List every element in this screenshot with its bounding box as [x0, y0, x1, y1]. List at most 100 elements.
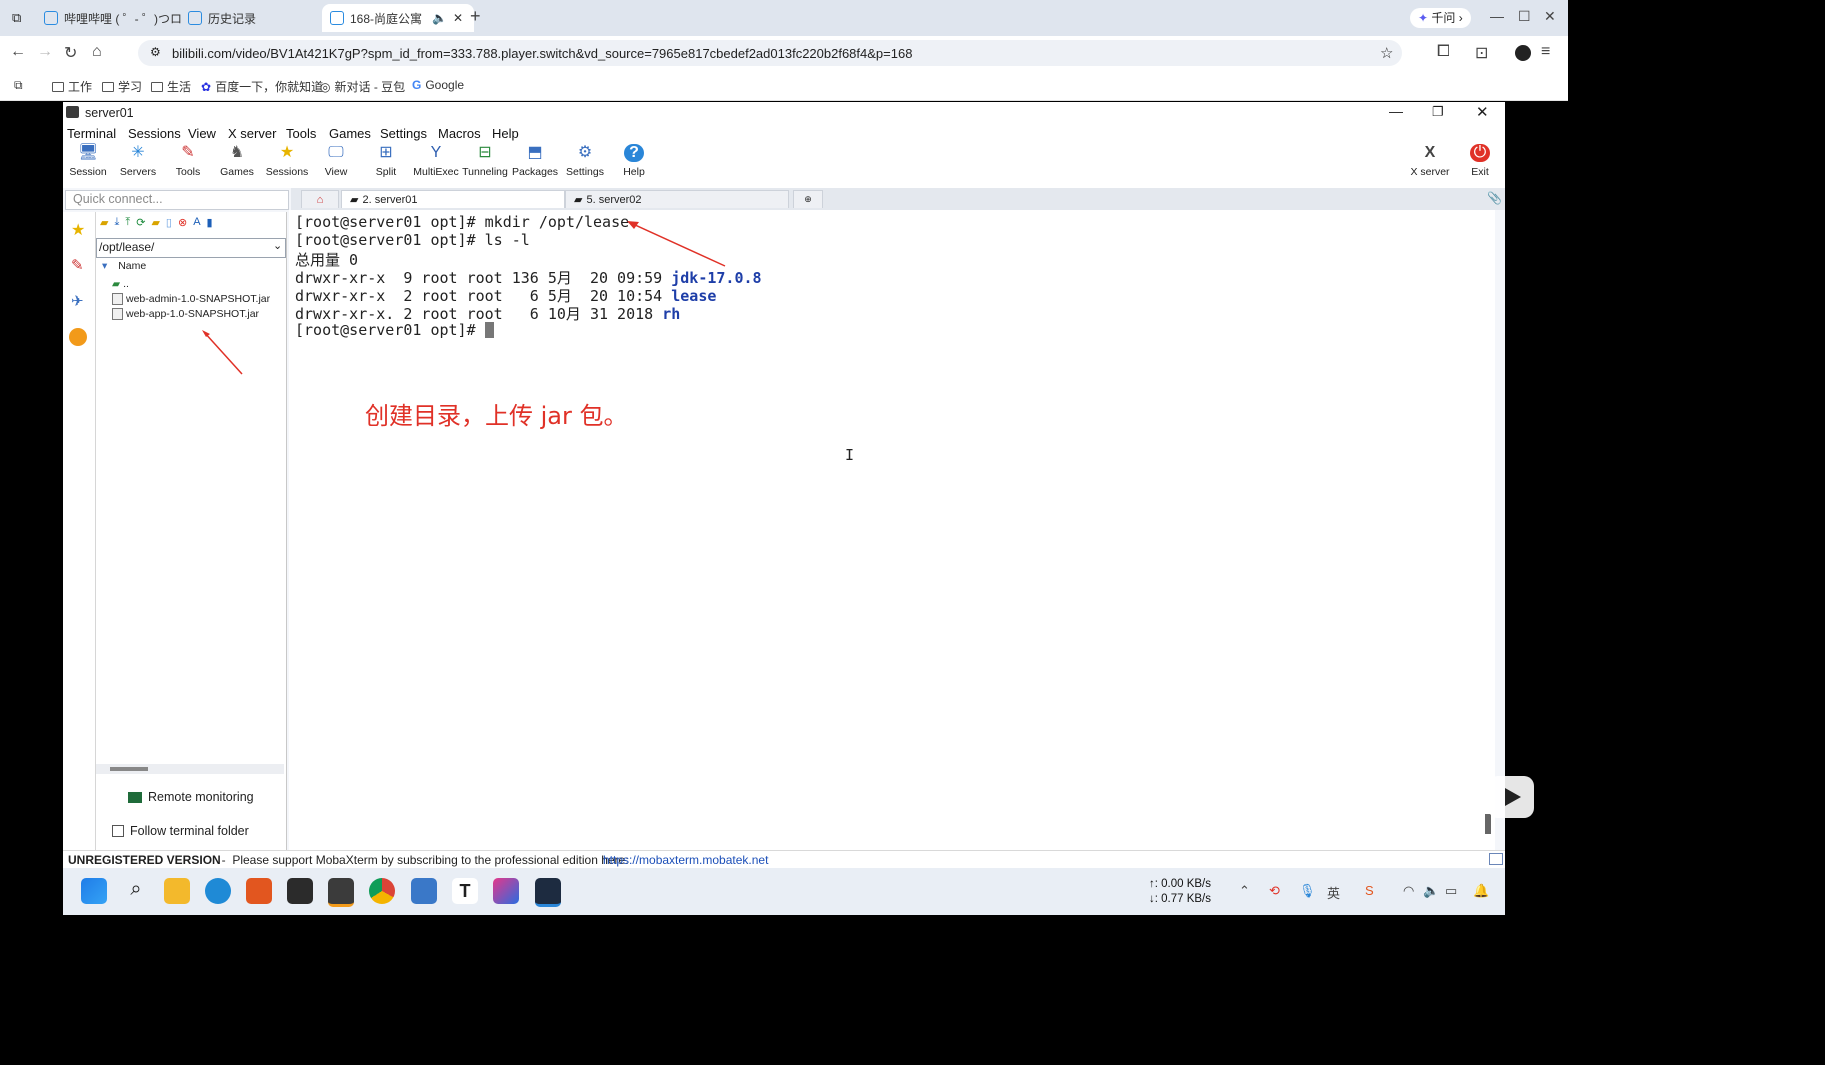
bookmarks-manager-icon[interactable]: ⧉: [14, 78, 23, 93]
menu-macros[interactable]: Macros: [438, 126, 481, 141]
tab-server02[interactable]: ▰ 5. server02: [565, 190, 789, 208]
remote-monitoring-button[interactable]: Remote monitoring: [128, 790, 254, 804]
extensions-icon[interactable]: ⧠: [1437, 43, 1450, 61]
back-icon[interactable]: ←: [10, 43, 26, 61]
menu-icon[interactable]: ≡: [1541, 43, 1550, 61]
scrollbar[interactable]: [96, 764, 284, 774]
bookmark-google[interactable]: G Google: [412, 78, 464, 92]
site-info-icon[interactable]: ⚙: [150, 45, 161, 59]
chevron-up-icon[interactable]: ⌃: [1239, 883, 1250, 899]
tools-button[interactable]: ✎ Tools: [163, 144, 213, 178]
sftp-icon[interactable]: [69, 328, 87, 346]
menu-view[interactable]: View: [188, 126, 216, 141]
list-item-file[interactable]: web-app-1.0-SNAPSHOT.jar: [112, 308, 259, 320]
tab-search-icon[interactable]: ⧉: [12, 10, 21, 26]
new-tab-button[interactable]: +: [470, 6, 481, 27]
tray-app-icon[interactable]: ⟲: [1269, 883, 1280, 899]
refresh-icon[interactable]: ⟳: [136, 216, 145, 232]
list-item-parent[interactable]: ▰..: [112, 278, 129, 290]
intellij-icon[interactable]: [493, 878, 519, 904]
speaker-icon[interactable]: 🔈: [432, 11, 447, 25]
multiexec-button[interactable]: Y MultiExec: [411, 144, 461, 178]
close-icon[interactable]: ✕: [453, 11, 463, 25]
exit-button[interactable]: ⏻ Exit: [1455, 144, 1505, 178]
close-window-icon[interactable]: ✕: [1544, 8, 1556, 25]
menu-games[interactable]: Games: [329, 126, 371, 141]
session-button[interactable]: 🖥 Session: [63, 144, 113, 178]
menu-tools[interactable]: Tools: [286, 126, 316, 141]
upload-icon[interactable]: ⤒: [125, 216, 130, 232]
play-button[interactable]: [1488, 776, 1534, 818]
windows-start-icon[interactable]: [81, 878, 107, 904]
sessions-button[interactable]: ★ Sessions: [262, 144, 312, 178]
chrome-icon[interactable]: [369, 878, 395, 904]
tools-icon[interactable]: ✎: [71, 256, 84, 274]
minimize-icon[interactable]: —: [1490, 8, 1504, 24]
attach-icon[interactable]: 📎: [1487, 191, 1502, 205]
download-icon[interactable]: ⤓: [114, 216, 119, 232]
menu-help[interactable]: Help: [492, 126, 519, 141]
mobaxterm-taskbar-icon[interactable]: [535, 878, 561, 907]
name-column-header[interactable]: ▾ Name: [102, 260, 146, 272]
delete-icon[interactable]: ⊗: [178, 216, 187, 232]
terminal-icon[interactable]: [287, 878, 313, 904]
tab-server01[interactable]: ▰ 2. server01: [341, 190, 565, 208]
servers-button[interactable]: ✳ Servers: [113, 144, 163, 178]
maximize-icon[interactable]: ☐: [1518, 8, 1531, 25]
ime-icon[interactable]: 英: [1327, 883, 1340, 902]
sublime-icon[interactable]: [328, 878, 354, 907]
quick-connect-input[interactable]: Quick connect...: [65, 190, 289, 210]
minimize-icon[interactable]: —: [1389, 103, 1403, 119]
folder-up-icon[interactable]: ▰: [100, 216, 108, 232]
follow-terminal-checkbox[interactable]: [112, 825, 124, 837]
chevron-down-icon[interactable]: ⌄: [273, 239, 282, 252]
terminal-pane[interactable]: [root@server01 opt]# mkdir /opt/lease [r…: [289, 210, 1495, 850]
tab-history[interactable]: 历史记录: [188, 4, 256, 32]
scrollbar-thumb[interactable]: [110, 767, 148, 771]
sftp-path-input[interactable]: /opt/lease/ ⌄: [96, 238, 286, 258]
games-button[interactable]: ♞ Games: [212, 144, 262, 178]
home-icon[interactable]: ⌂: [92, 43, 102, 61]
bookmark-folder-life[interactable]: 生活: [151, 78, 191, 95]
qianwen-button[interactable]: ✦ 千问 ›: [1410, 8, 1471, 28]
macros-icon[interactable]: ✈: [71, 292, 84, 310]
remote-desktop-icon[interactable]: [411, 878, 437, 904]
split-button[interactable]: ⊞ Split: [361, 144, 411, 178]
xserver-button[interactable]: X X server: [1405, 144, 1455, 178]
reload-icon[interactable]: ↻: [64, 43, 77, 63]
packages-button[interactable]: ⬒ Packages: [510, 144, 560, 178]
properties-icon[interactable]: ▮: [207, 216, 213, 232]
bookmark-folder-work[interactable]: 工作: [52, 78, 92, 95]
tunneling-button[interactable]: ⊟ Tunneling: [460, 144, 510, 178]
menu-sessions[interactable]: Sessions: [128, 126, 181, 141]
bookmark-baidu[interactable]: ✿ 百度一下，你就知道: [201, 78, 323, 95]
microphone-icon[interactable]: 🎙: [1299, 883, 1316, 899]
new-folder-icon[interactable]: ▰: [151, 216, 159, 232]
menu-settings[interactable]: Settings: [380, 126, 427, 141]
forward-icon[interactable]: →: [37, 43, 53, 61]
wifi-icon[interactable]: ◠: [1403, 883, 1414, 899]
volume-icon[interactable]: 🔈: [1423, 883, 1439, 899]
tab-video-active[interactable]: 168-尚庭公寓 🔈 ✕: [322, 4, 474, 32]
search-icon[interactable]: ⌕: [123, 878, 149, 904]
new-file-icon[interactable]: ▯: [166, 216, 172, 232]
tab-bilibili-home[interactable]: 哔哩哔哩 ( ゜- ゜)つロ: [44, 4, 182, 32]
close-icon[interactable]: ✕: [1476, 103, 1489, 121]
menu-xserver[interactable]: X server: [228, 126, 276, 141]
avatar[interactable]: [1515, 45, 1531, 61]
rename-icon[interactable]: A: [193, 216, 200, 232]
restore-icon[interactable]: ❐: [1432, 104, 1444, 120]
notification-bell-icon[interactable]: 🔔: [1473, 883, 1489, 899]
sessions-star-icon[interactable]: ★: [71, 220, 85, 240]
home-tab[interactable]: ⌂: [301, 190, 339, 208]
bookmark-star-icon[interactable]: ☆: [1380, 44, 1393, 62]
mobatek-link[interactable]: https://mobaxterm.mobatek.net: [603, 853, 768, 867]
help-button[interactable]: ? Help: [609, 144, 659, 178]
bookmark-folder-study[interactable]: 学习: [102, 78, 142, 95]
edge-icon[interactable]: [205, 878, 231, 904]
screenshot-icon[interactable]: ⊡: [1475, 43, 1488, 63]
typora-icon[interactable]: T: [452, 878, 478, 904]
new-tab-button[interactable]: ⊕: [793, 190, 823, 208]
address-bar[interactable]: ⚙ bilibili.com/video/BV1At421K7gP?spm_id…: [138, 40, 1402, 66]
app-orange-icon[interactable]: [246, 878, 272, 904]
